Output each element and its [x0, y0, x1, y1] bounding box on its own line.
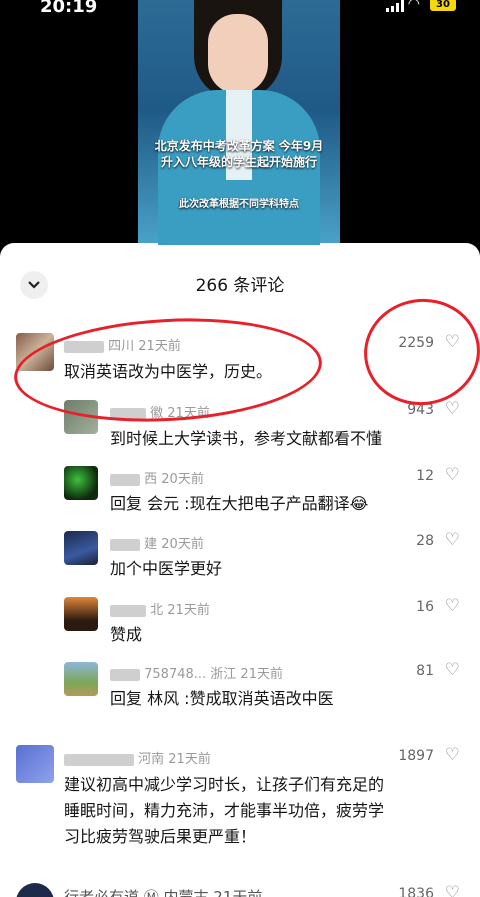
comment-text: 加个中医学更好: [110, 559, 223, 578]
avatar[interactable]: [64, 466, 98, 500]
comment-meta: 行者必有道 Ⓜ 内蒙古 21天前: [64, 888, 263, 897]
comment-sheet: 266 条评论 四川 21天前 取消英语改为中医学，历史。 2259 ♡ 徽 2…: [0, 243, 480, 897]
heart-icon[interactable]: ♡: [445, 530, 460, 550]
avatar[interactable]: [64, 597, 98, 631]
comment-count-title: 266 条评论: [195, 276, 285, 296]
avatar[interactable]: [16, 745, 54, 783]
wifi-icon: ◠: [407, 0, 420, 12]
video-caption-line3: 此次改革根据不同学科特点: [179, 199, 299, 210]
comment-text: 赞成: [110, 625, 143, 644]
heart-icon[interactable]: ♡: [445, 399, 460, 419]
like-count: 81: [416, 663, 434, 679]
comment-text-line1: 建议初高中减少学习时长，让孩子们有充足的: [64, 775, 385, 794]
comment-meta: 建 20天前: [110, 533, 204, 552]
comment-meta: 北 21天前: [110, 599, 210, 618]
comment-meta: 河南 21天前: [64, 748, 211, 767]
video-caption-line2: 升入八年级的学生起开始施行: [160, 155, 317, 169]
red-annotation-circle-comment: [11, 311, 325, 429]
avatar[interactable]: [16, 883, 54, 897]
like-count: 1897: [398, 748, 434, 764]
signal-icon: [386, 0, 404, 12]
comment-meta: 西 20天前: [110, 468, 204, 487]
comment-text: 回复 会元 :现在大把电子产品翻译😂: [110, 494, 369, 513]
like-count: 12: [416, 468, 434, 484]
heart-icon[interactable]: ♡: [445, 465, 460, 485]
comment-text-line3: 习比疲劳驾驶后果更严重！: [64, 827, 257, 846]
avatar[interactable]: [64, 531, 98, 565]
like-count: 28: [416, 533, 434, 549]
comment-text: 回复 林风 :赞成取消英语改中医: [110, 689, 334, 708]
battery-icon: 30: [430, 0, 456, 11]
status-time: 20:19: [40, 0, 98, 17]
avatar[interactable]: [64, 662, 98, 696]
heart-icon[interactable]: ♡: [445, 660, 460, 680]
red-annotation-circle-likes: [357, 291, 480, 413]
comment-text-line2: 睡眠时间，精力充沛，才能事半功倍，疲劳学: [64, 801, 385, 820]
heart-icon[interactable]: ♡: [445, 596, 460, 616]
video-player[interactable]: 北京发布中考改革方案 今年9月 升入八年级的学生起开始施行 此次改革根据不同学科…: [138, 0, 340, 245]
heart-icon[interactable]: ♡: [445, 883, 460, 897]
like-count: 16: [416, 599, 434, 615]
comment-meta: 758748... 浙江 21天前: [110, 663, 283, 682]
comment-text: 到时候上大学读书，参考文献都看不懂: [110, 429, 383, 448]
video-caption-line1: 北京发布中考改革方案 今年9月: [154, 139, 324, 153]
like-count: 1836: [398, 886, 434, 897]
news-anchor-face: [208, 14, 268, 94]
heart-icon[interactable]: ♡: [445, 745, 460, 765]
